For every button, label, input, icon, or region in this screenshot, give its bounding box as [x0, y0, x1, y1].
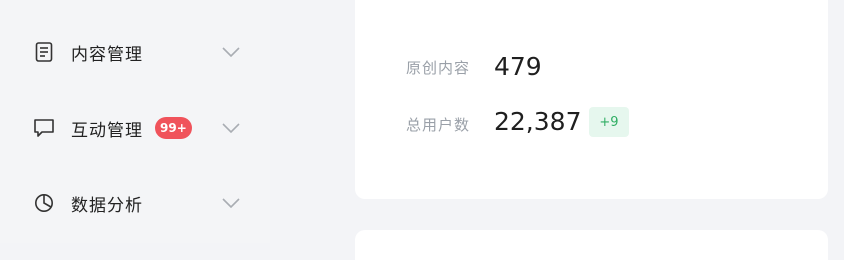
- total-users-label: 总用户数: [406, 116, 471, 134]
- delta-badge: +9: [589, 107, 629, 137]
- document-icon: [33, 41, 55, 63]
- secondary-card: [355, 230, 828, 260]
- sidebar-item-data-analysis[interactable]: 数据分析: [0, 178, 270, 228]
- sidebar-item-label: 数据分析: [71, 195, 143, 216]
- sidebar-item-content-management[interactable]: 内容管理: [0, 27, 270, 77]
- sidebar-item-label: 互动管理: [71, 120, 143, 141]
- sidebar: 内容管理 互动管理 99+ 数据分析: [0, 0, 270, 243]
- total-users-value: 22,387: [494, 107, 582, 136]
- pie-chart-icon: [33, 192, 55, 214]
- sidebar-item-interaction-management[interactable]: 互动管理 99+: [0, 103, 270, 153]
- notification-badge: 99+: [155, 117, 192, 139]
- chat-bubble-icon: [33, 117, 55, 139]
- sidebar-item-label: 内容管理: [71, 44, 143, 65]
- stats-card: 原创内容 479 总用户数 22,387 +9: [355, 0, 828, 199]
- original-content-value: 479: [494, 52, 542, 81]
- chevron-down-icon[interactable]: [221, 193, 241, 213]
- chevron-down-icon[interactable]: [221, 118, 241, 138]
- original-content-label: 原创内容: [406, 59, 471, 77]
- chevron-down-icon[interactable]: [221, 42, 241, 62]
